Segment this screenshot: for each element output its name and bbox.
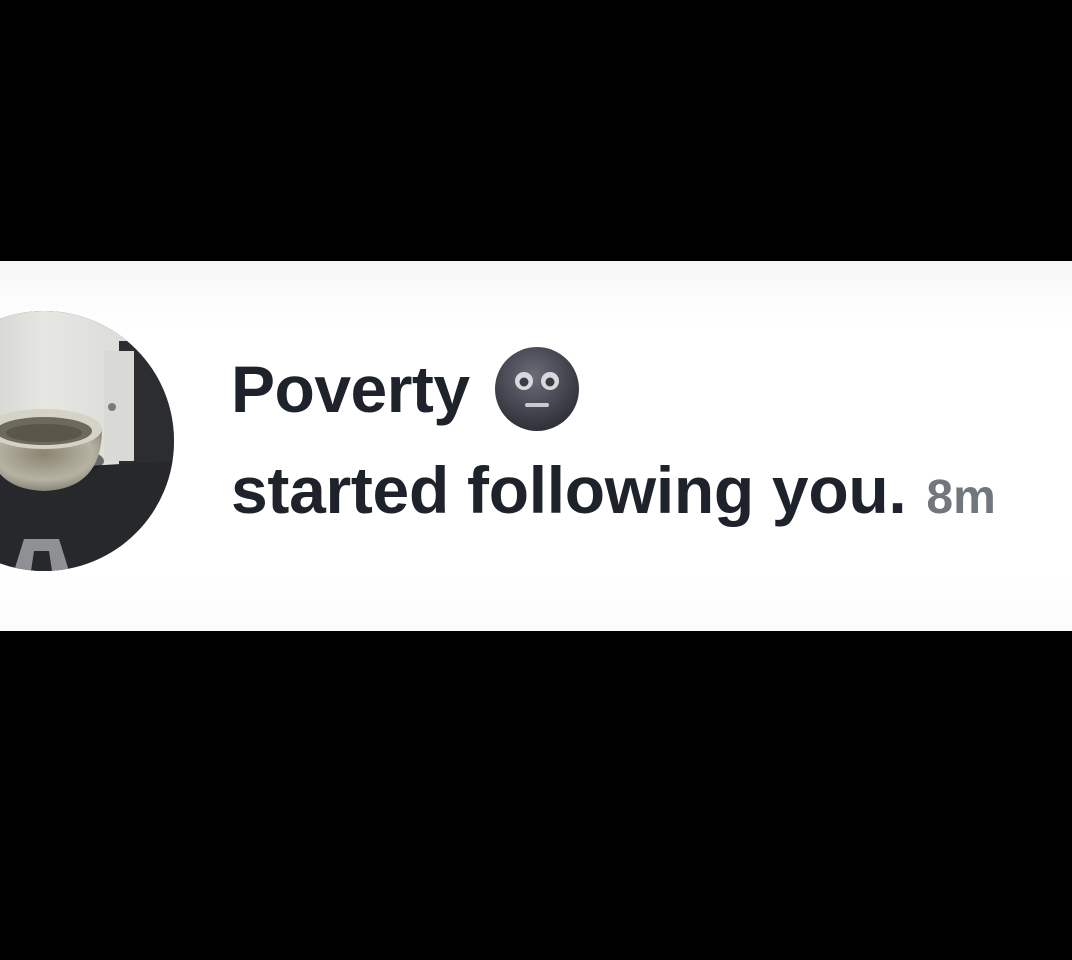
neutral-face-emoji-icon xyxy=(494,346,580,432)
username-line: Poverty xyxy=(231,347,580,431)
action-text: started following you. xyxy=(231,453,907,527)
avatar-photo-icon xyxy=(0,311,174,571)
notification-row[interactable]: Poverty started following you. 8m xyxy=(0,261,1072,631)
username[interactable]: Poverty xyxy=(231,356,470,422)
letterbox-top xyxy=(0,0,1072,261)
timestamp: 8m xyxy=(926,471,996,524)
action-line: started following you. 8m xyxy=(231,457,996,541)
avatar[interactable] xyxy=(0,311,174,571)
letterbox-bottom xyxy=(0,631,1072,960)
